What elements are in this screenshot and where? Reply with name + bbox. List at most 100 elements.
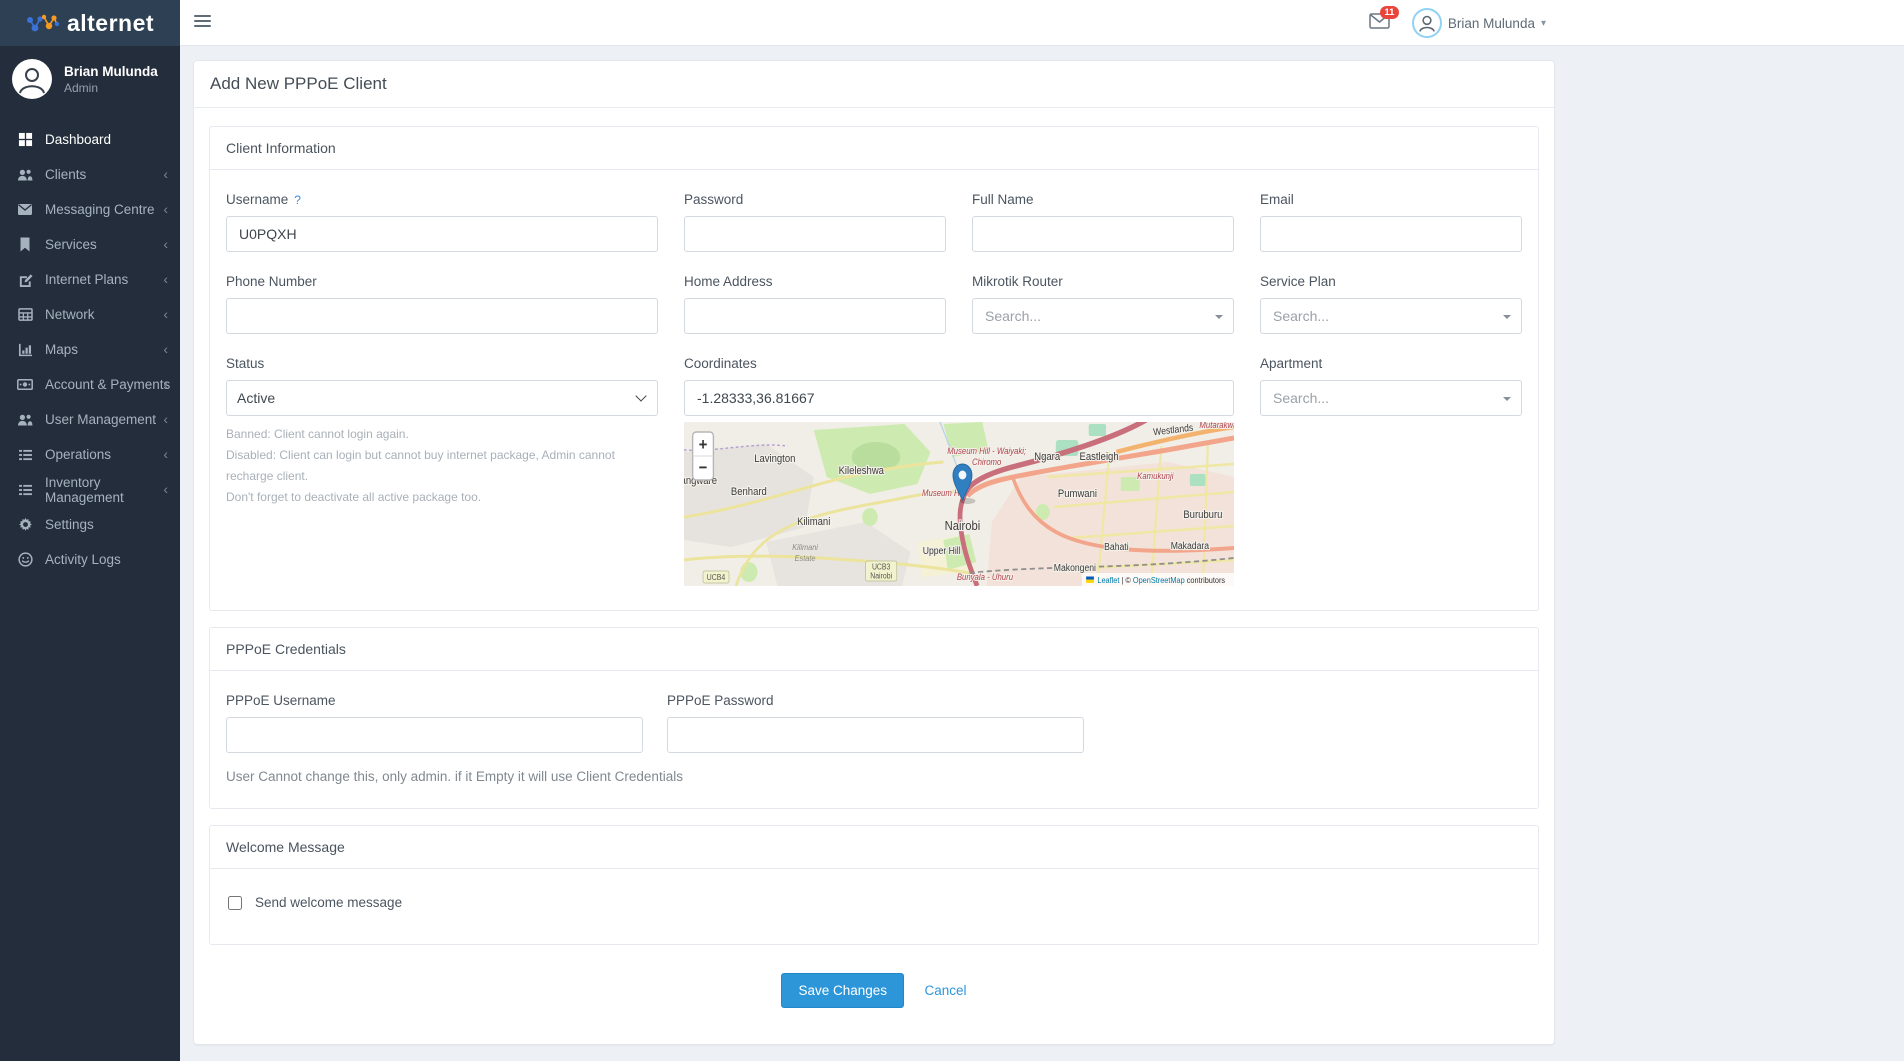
alternet-logo-icon	[26, 12, 60, 34]
save-changes-button[interactable]: Save Changes	[781, 973, 904, 1008]
svg-text:Eastleigh: Eastleigh	[1080, 451, 1119, 463]
openstreetmap-link[interactable]: OpenStreetMap	[1133, 575, 1185, 585]
pppoe-password-label: PPPoE Password	[667, 693, 1084, 708]
sidebar-item-user-management[interactable]: User Management ‹	[0, 402, 180, 437]
sidebar-user-name: Brian Mulunda	[64, 63, 158, 82]
password-input[interactable]	[684, 216, 946, 252]
svg-text:Kilimani: Kilimani	[792, 543, 818, 553]
brand-logo[interactable]: alternet	[0, 0, 180, 46]
sidebar-item-dashboard[interactable]: Dashboard	[0, 122, 180, 157]
user-icon	[1416, 12, 1438, 34]
home-address-input[interactable]	[684, 298, 946, 334]
svg-text:Makongeni: Makongeni	[1054, 562, 1096, 573]
username-label: Username?	[226, 192, 658, 207]
svg-text:Pumwani: Pumwani	[1058, 488, 1097, 500]
users-icon	[16, 412, 34, 428]
send-welcome-message-label[interactable]: Send welcome message	[255, 895, 402, 910]
svg-text:Chiromo: Chiromo	[972, 456, 1002, 467]
cancel-link[interactable]: Cancel	[924, 983, 966, 998]
help-icon[interactable]: ?	[294, 193, 301, 207]
list-icon	[16, 447, 34, 463]
chevron-down-icon: ▾	[1541, 18, 1546, 29]
users-icon	[16, 167, 34, 183]
sidebar-item-label: Account & Payments	[45, 377, 170, 392]
money-icon	[16, 377, 34, 393]
sidebar-item-label: Messaging Centre	[45, 202, 155, 217]
chevron-left-icon: ‹	[163, 341, 168, 357]
select-placeholder: Search...	[1273, 308, 1329, 324]
leaflet-link[interactable]: Leaflet	[1097, 575, 1120, 585]
pppoe-username-input[interactable]	[226, 717, 643, 753]
apartment-select[interactable]: Search...	[1260, 380, 1522, 416]
svg-text:Makadara: Makadara	[1171, 540, 1210, 551]
section-title: PPPoE Credentials	[210, 628, 1538, 671]
sidebar-item-clients[interactable]: Clients ‹	[0, 157, 180, 192]
sidebar-item-network[interactable]: Network ‹	[0, 297, 180, 332]
sidebar-item-label: Clients	[45, 167, 86, 182]
svg-text:Ngara: Ngara	[1034, 451, 1060, 463]
svg-text:Museum Hill - Waiyaki;: Museum Hill - Waiyaki;	[947, 445, 1027, 456]
sidebar-item-label: User Management	[45, 412, 156, 427]
send-welcome-message-checkbox[interactable]	[228, 896, 242, 910]
sidebar: alternet Brian Mulunda Admin Dashboard C…	[0, 0, 180, 1061]
chevron-left-icon: ‹	[163, 376, 168, 392]
status-help-text: Banned: Client cannot login again. Disab…	[226, 424, 658, 508]
page-title: Add New PPPoE Client	[194, 61, 1554, 108]
notifications-button[interactable]: 11	[1369, 13, 1390, 34]
phone-input[interactable]	[226, 298, 658, 334]
map-badge-ucb3: UCB3 Nairobi	[866, 561, 897, 581]
sidebar-item-internet-plans[interactable]: Internet Plans ‹	[0, 262, 180, 297]
coordinates-input[interactable]	[684, 380, 1234, 416]
gear-icon	[16, 517, 34, 533]
sidebar-item-messaging-centre[interactable]: Messaging Centre ‹	[0, 192, 180, 227]
topbar: 11 Brian Mulunda ▾	[180, 0, 1904, 46]
svg-text:Leaflet | © OpenStreetMap cont: Leaflet | © OpenStreetMap contributors	[1097, 575, 1225, 585]
service-plan-select[interactable]: Search...	[1260, 298, 1522, 334]
sidebar-item-inventory-management[interactable]: Inventory Management ‹	[0, 472, 180, 507]
full-name-input[interactable]	[972, 216, 1234, 252]
mikrotik-router-label: Mikrotik Router	[972, 274, 1234, 289]
pppoe-credentials-section: PPPoE Credentials PPPoE Username PPPoE P…	[209, 627, 1539, 809]
chevron-left-icon: ‹	[163, 236, 168, 252]
sidebar-item-label: Inventory Management	[45, 475, 180, 505]
status-select[interactable]: Active	[226, 380, 658, 416]
section-title: Welcome Message	[210, 826, 1538, 869]
svg-text:Upper Hill: Upper Hill	[923, 545, 961, 556]
coordinates-label: Coordinates	[684, 356, 1234, 371]
chevron-left-icon: ‹	[163, 271, 168, 287]
map-attribution: Leaflet | © OpenStreetMap contributors	[1082, 573, 1234, 586]
svg-text:Nairobi: Nairobi	[870, 571, 892, 581]
sidebar-item-label: Services	[45, 237, 97, 252]
user-menu[interactable]: Brian Mulunda ▾	[1412, 8, 1546, 38]
select-placeholder: Search...	[985, 308, 1041, 324]
chevron-left-icon: ‹	[163, 411, 168, 427]
add-client-card: Add New PPPoE Client Client Information …	[193, 60, 1555, 1045]
notification-badge: 11	[1380, 6, 1399, 20]
map-zoom-control[interactable]: + −	[693, 432, 714, 480]
sidebar-avatar	[12, 59, 52, 99]
email-input[interactable]	[1260, 216, 1522, 252]
username-input[interactable]	[226, 216, 658, 252]
pppoe-password-input[interactable]	[667, 717, 1084, 753]
sidebar-item-label: Network	[45, 307, 95, 322]
map-zoom-in-button[interactable]: +	[699, 436, 708, 454]
sidebar-item-activity-logs[interactable]: Activity Logs	[0, 542, 180, 577]
sidebar-item-account-payments[interactable]: Account & Payments ‹	[0, 367, 180, 402]
sidebar-item-operations[interactable]: Operations ‹	[0, 437, 180, 472]
chevron-left-icon: ‹	[163, 166, 168, 182]
service-plan-label: Service Plan	[1260, 274, 1522, 289]
sidebar-item-label: Maps	[45, 342, 78, 357]
sidebar-item-services[interactable]: Services ‹	[0, 227, 180, 262]
smiley-icon	[16, 552, 34, 568]
sidebar-item-settings[interactable]: Settings	[0, 507, 180, 542]
map-zoom-out-button[interactable]: −	[699, 459, 708, 477]
sidebar-item-maps[interactable]: Maps ‹	[0, 332, 180, 367]
select-placeholder: Search...	[1273, 390, 1329, 406]
pppoe-note: User Cannot change this, only admin. if …	[226, 769, 1522, 784]
mikrotik-router-select[interactable]: Search...	[972, 298, 1234, 334]
password-label: Password	[684, 192, 946, 207]
sidebar-toggle-button[interactable]	[194, 15, 211, 29]
location-map[interactable]: Lavington Kileleshwa Benhard angware Kil…	[684, 422, 1234, 586]
svg-text:Lavington: Lavington	[754, 453, 795, 465]
map-badge-ucb4: UCB4	[703, 571, 729, 583]
